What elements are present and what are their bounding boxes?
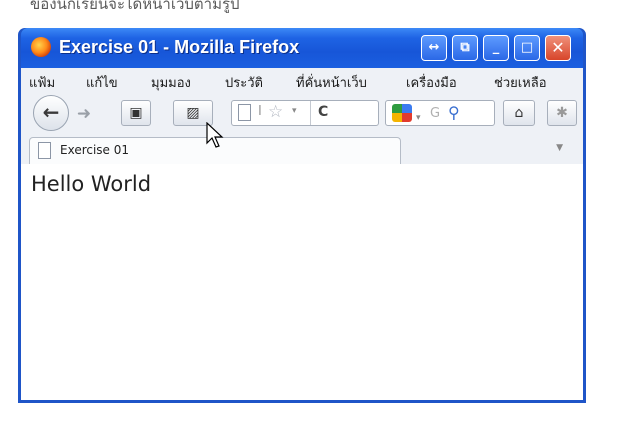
google-logo-icon	[392, 104, 412, 122]
page-icon	[238, 104, 251, 121]
bug-icon: ✱	[556, 105, 568, 121]
title-bar[interactable]: Exercise 01 - Mozilla Firefox ↔ ⧉ _ □ ✕	[21, 28, 583, 68]
star-icon[interactable]: ☆	[268, 102, 283, 122]
menu-file[interactable]: แฟ้ม	[29, 72, 55, 93]
menu-edit[interactable]: แก้ไข	[86, 72, 118, 93]
maximize-button[interactable]: □	[514, 35, 540, 61]
forward-button[interactable]: ➜	[71, 102, 97, 126]
mouse-pointer-icon	[206, 122, 224, 148]
page-icon	[38, 142, 51, 159]
menu-bar: แฟ้ม แก้ไข มุมมอง ประวัติ ที่คั่นหน้าเว็…	[21, 68, 583, 94]
window-title: Exercise 01 - Mozilla Firefox	[59, 37, 300, 57]
url-bar[interactable]: I ☆ ▾ C	[231, 100, 379, 126]
menu-help[interactable]: ช่วยเหลือ	[494, 72, 547, 93]
briefcase-icon: ▣	[129, 105, 143, 121]
tab-groups-button[interactable]: ↔	[421, 35, 447, 61]
url-divider	[310, 101, 311, 125]
page-content: Hello World	[21, 164, 583, 400]
close-button[interactable]: ✕	[545, 35, 571, 61]
browser-client: แฟ้ม แก้ไข มุมมอง ประวัติ ที่คั่นหน้าเว็…	[21, 68, 583, 400]
home-button[interactable]: ⌂	[503, 100, 535, 126]
tab-label: Exercise 01	[60, 143, 130, 157]
search-icon[interactable]: ⚲	[448, 101, 460, 125]
reload-button[interactable]: C	[318, 104, 328, 120]
hello-world-text: Hello World	[31, 172, 152, 196]
search-bar[interactable]: ▾ G ⚲	[385, 100, 495, 126]
navigation-toolbar: ← ➜ ▣ ▨ I ☆ ▾ C ▾ G ⚲ ⌂ ✱	[21, 94, 583, 132]
arrow-right-icon: ➜	[76, 104, 92, 124]
downloads-button[interactable]: ▣	[121, 100, 151, 126]
search-placeholder: G	[430, 106, 441, 121]
restore-window-button[interactable]: ⧉	[452, 35, 478, 61]
minimize-button[interactable]: _	[483, 35, 509, 61]
arrow-left-icon: ←	[42, 100, 60, 124]
tab-bar: Exercise 01 ▼	[21, 132, 583, 165]
tab-list-icon[interactable]: ▼	[556, 143, 563, 153]
extension-button[interactable]: ✱	[547, 100, 577, 126]
menu-tools[interactable]: เครื่องมือ	[406, 72, 457, 93]
browser-window: Exercise 01 - Mozilla Firefox ↔ ⧉ _ □ ✕ …	[18, 28, 586, 403]
puzzle-image-icon: ▨	[186, 105, 200, 121]
menu-view[interactable]: มุมมอง	[151, 72, 191, 93]
firefox-logo-icon	[31, 37, 51, 57]
engine-dropdown-icon[interactable]: ▾	[416, 106, 421, 130]
cursor-caret-icon: I	[258, 104, 262, 119]
back-button[interactable]: ←	[33, 95, 69, 131]
dropdown-arrow-icon[interactable]: ▾	[292, 106, 297, 116]
home-icon: ⌂	[514, 105, 524, 121]
menu-history[interactable]: ประวัติ	[225, 72, 263, 93]
caption-text: ของนักเรียนจะได้หน้าเว็บตามรูป	[30, 0, 240, 13]
menu-bookmarks[interactable]: ที่คั่นหน้าเว็บ	[296, 72, 367, 93]
